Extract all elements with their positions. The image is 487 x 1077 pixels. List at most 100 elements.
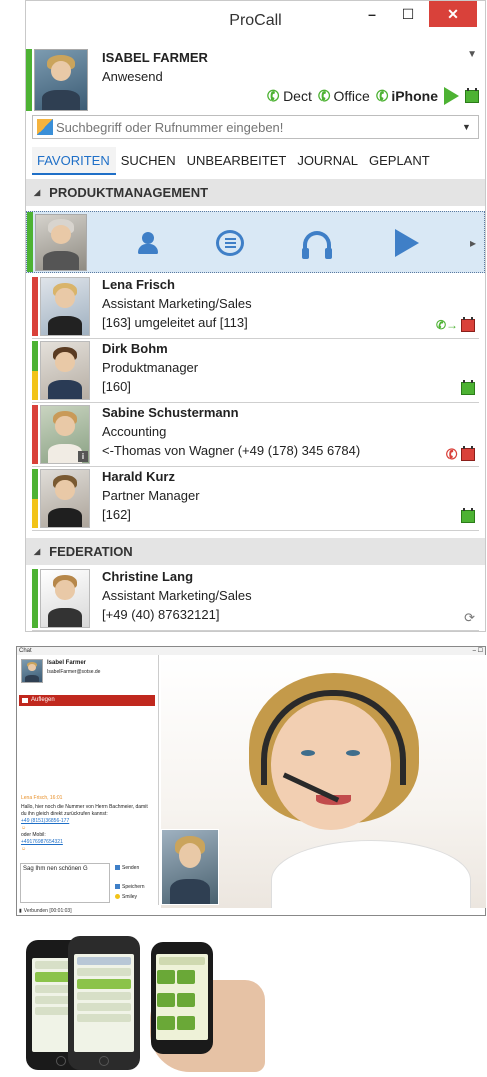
- tab-bar: FAVORITEN SUCHEN UNBEARBEITET JOURNAL GE…: [32, 147, 479, 175]
- chevron-down-icon[interactable]: ▼: [467, 49, 477, 60]
- device-iphone[interactable]: ✆ iPhone: [373, 86, 438, 107]
- contact-info: [162]: [102, 507, 131, 522]
- avatar: [21, 659, 43, 683]
- contact-action-bar: ▸: [26, 211, 485, 273]
- self-view-video[interactable]: [161, 829, 219, 905]
- calendar-icon[interactable]: [465, 87, 479, 103]
- headset-icon: [302, 231, 332, 259]
- list-item[interactable]: Dirk Bohm Produktmanager [160]: [32, 339, 479, 403]
- call-button[interactable]: [127, 225, 163, 261]
- tab-suchen[interactable]: SUCHEN: [116, 147, 182, 175]
- device-bar: ✆ Dect ✆ Office ✆ iPhone: [265, 86, 479, 107]
- window-controls[interactable]: – ☐: [473, 647, 483, 654]
- tab-journal[interactable]: JOURNAL: [292, 147, 364, 175]
- chat-user-name: Isabel Farmer: [47, 660, 87, 666]
- list-item[interactable]: i Sabine Schustermann Accounting <-Thoma…: [32, 403, 479, 467]
- contact-info: [163] umgeleitet auf [113]: [102, 315, 248, 330]
- smiley-button[interactable]: Smiley: [115, 894, 137, 900]
- group-header-federation[interactable]: ◢ FEDERATION: [26, 538, 485, 565]
- send-button[interactable]: Senden: [115, 865, 139, 871]
- contact-info: [160]: [102, 379, 131, 394]
- collapse-icon[interactable]: ◢: [34, 188, 40, 197]
- contact-name: Sabine Schustermann: [102, 405, 239, 420]
- search-input[interactable]: [56, 119, 462, 135]
- chevron-right-icon[interactable]: ▸: [465, 225, 481, 261]
- phone-icon: ✆: [265, 86, 283, 107]
- calendar-icon[interactable]: [461, 508, 475, 523]
- avatar[interactable]: [35, 214, 87, 271]
- presence-indicator: [32, 499, 38, 528]
- own-name: ISABEL FARMER: [102, 50, 208, 65]
- avatar: [40, 341, 90, 400]
- presence-indicator: [32, 469, 38, 499]
- contact-name: Dirk Bohm: [102, 341, 168, 356]
- tab-unbearbeitet[interactable]: UNBEARBEITET: [182, 147, 293, 175]
- device-dect[interactable]: ✆ Dect: [265, 86, 312, 107]
- play-button[interactable]: [389, 225, 425, 261]
- phone-link[interactable]: +49 (8151)36856-177: [21, 818, 151, 825]
- send-icon: [115, 865, 120, 871]
- list-item[interactable]: Christine Lang Assistant Marketing/Sales…: [32, 567, 479, 631]
- audio-button[interactable]: [299, 225, 335, 261]
- save-button[interactable]: Speichern: [115, 884, 145, 890]
- avatar: [40, 469, 90, 528]
- group-header-produktmanagement[interactable]: ◢ PRODUKTMANAGEMENT: [26, 179, 485, 206]
- message-input[interactable]: Sag Ihm nen schönen G: [20, 863, 110, 903]
- play-icon: [395, 229, 419, 257]
- presence-indicator: [32, 307, 38, 336]
- presence-indicator: [32, 599, 38, 628]
- save-icon: [115, 884, 120, 890]
- play-icon[interactable]: [444, 87, 459, 105]
- call-forward-icon: ✆→: [435, 318, 458, 332]
- maximize-button[interactable]: ☐: [393, 1, 423, 27]
- presence-indicator: [27, 212, 33, 272]
- info-icon[interactable]: i: [78, 451, 88, 462]
- presence-status[interactable]: Anwesend: [102, 69, 163, 84]
- contact-info: [+49 (40) 87632121]: [102, 607, 220, 622]
- calendar-icon[interactable]: [461, 380, 475, 395]
- federation-sync-icon: ⟳: [464, 610, 475, 625]
- mobile-devices-illustration: [26, 928, 266, 1073]
- chat-message: Hallo, hier noch die Nummer von Herrn Ba…: [21, 804, 151, 853]
- tab-geplant[interactable]: GEPLANT: [364, 147, 436, 175]
- device-office[interactable]: ✆ Office: [315, 86, 370, 107]
- search-box[interactable]: ▼: [32, 115, 479, 139]
- presence-indicator: [32, 569, 38, 599]
- contact-role: Partner Manager: [102, 488, 200, 503]
- presence-indicator: [32, 371, 38, 400]
- close-button[interactable]: ✕: [429, 1, 477, 27]
- smiley-icon: ☺: [21, 846, 27, 852]
- procall-window: ProCall – ☐ ✕ ISABEL FARMER Anwesend ▼ ✆…: [25, 0, 486, 632]
- chevron-down-icon[interactable]: ▼: [462, 122, 478, 132]
- avatar: [40, 277, 90, 336]
- contact-role: Assistant Marketing/Sales: [102, 296, 252, 311]
- list-item[interactable]: Lena Frisch Assistant Marketing/Sales [1…: [32, 275, 479, 339]
- smartphone-image: [151, 942, 213, 1054]
- smartphone-image: [68, 936, 140, 1070]
- minimize-button[interactable]: –: [357, 1, 387, 27]
- chat-icon: [216, 230, 244, 256]
- chat-title: Chat: [17, 647, 485, 655]
- presence-indicator: [32, 435, 38, 464]
- chat-button[interactable]: [212, 225, 248, 261]
- own-presence-panel: ISABEL FARMER Anwesend ▼ ✆ Dect ✆ Office ✆…: [26, 45, 485, 115]
- calendar-icon[interactable]: [461, 316, 475, 332]
- phone-icon: ✆: [443, 444, 461, 464]
- collapse-icon[interactable]: ◢: [34, 547, 40, 556]
- list-item[interactable]: Harald Kurz Partner Manager [162]: [32, 467, 479, 531]
- chat-window: Chat – ☐ Isabel Farmer IsabelFarmer@sots…: [16, 646, 486, 916]
- window-title: ProCall: [229, 12, 282, 29]
- phone-icon: ✆: [373, 86, 392, 107]
- hangup-button[interactable]: Auflegen: [19, 695, 155, 706]
- contact-role: Produktmanager: [102, 360, 199, 375]
- search-icon: [37, 119, 53, 135]
- avatar[interactable]: [34, 49, 88, 111]
- presence-indicator: [32, 405, 38, 435]
- phone-link[interactable]: +4917698765432​1: [21, 839, 151, 846]
- title-bar[interactable]: ProCall – ☐ ✕: [26, 1, 485, 41]
- tab-favoriten[interactable]: FAVORITEN: [32, 147, 116, 175]
- message-sender: Lena Frisch, 16:01: [21, 795, 63, 801]
- calendar-icon[interactable]: [461, 446, 475, 461]
- contact-info: <-Thomas von Wagner (+49 (178) 345 6784): [102, 443, 361, 458]
- phone-icon: ✆: [315, 86, 334, 107]
